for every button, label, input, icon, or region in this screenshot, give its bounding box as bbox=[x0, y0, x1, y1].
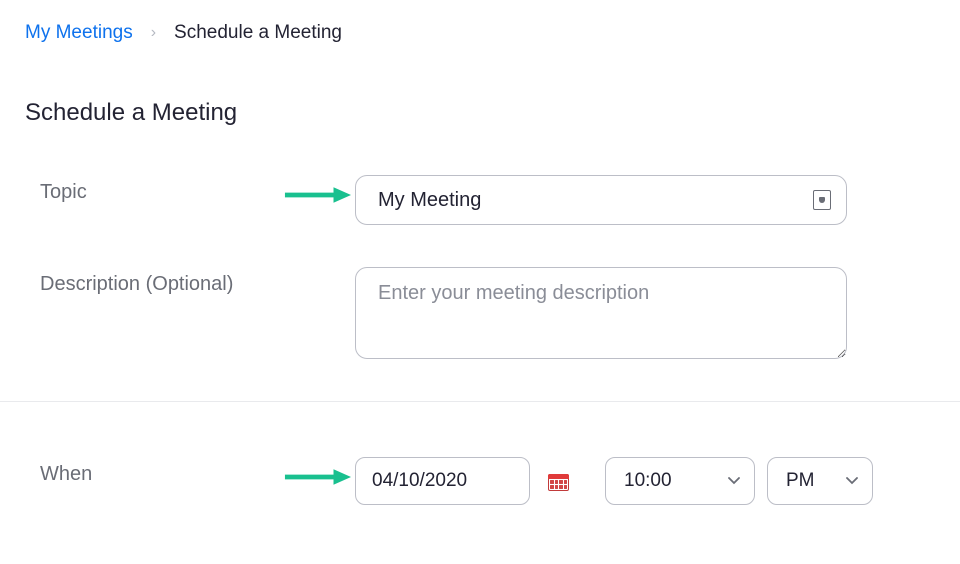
chevron-down-icon bbox=[846, 477, 858, 485]
breadcrumb: My Meetings › Schedule a Meeting bbox=[25, 22, 935, 44]
form-row-description: Description (Optional) bbox=[25, 267, 935, 359]
form-row-topic: Topic bbox=[25, 175, 935, 225]
arrow-annotation-icon bbox=[283, 187, 351, 203]
topic-input-wrap bbox=[355, 175, 847, 225]
breadcrumb-link-root[interactable]: My Meetings bbox=[25, 22, 133, 44]
time-value: 10:00 bbox=[624, 470, 672, 492]
arrow-annotation-icon bbox=[283, 469, 351, 485]
time-select[interactable]: 10:00 bbox=[605, 457, 755, 505]
form-row-when: When 10:00 PM bbox=[25, 457, 935, 505]
breadcrumb-current: Schedule a Meeting bbox=[174, 22, 342, 44]
page-title: Schedule a Meeting bbox=[25, 99, 935, 127]
topic-input[interactable] bbox=[355, 175, 847, 225]
ampm-select[interactable]: PM bbox=[767, 457, 873, 505]
date-input[interactable] bbox=[355, 457, 530, 505]
chevron-right-icon: › bbox=[151, 24, 156, 42]
description-input[interactable] bbox=[355, 267, 847, 359]
ampm-value: PM bbox=[786, 470, 815, 492]
label-description: Description (Optional) bbox=[25, 267, 355, 296]
calendar-icon[interactable] bbox=[548, 471, 569, 491]
section-divider bbox=[0, 401, 960, 402]
chevron-down-icon bbox=[728, 477, 740, 485]
